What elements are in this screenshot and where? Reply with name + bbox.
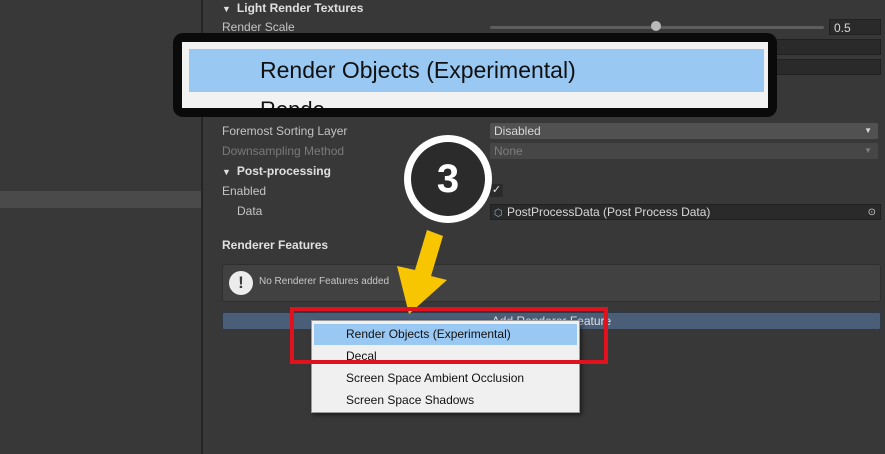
downsampling-method-value: None [494,144,523,158]
hidden-field-2[interactable] [760,59,881,75]
step-number-badge: 3 [404,135,492,223]
add-feature-context-menu: Render Objects (Experimental) Decal Scre… [311,320,580,413]
pointer-arrow-icon [397,230,447,314]
render-scale-value-field[interactable]: 0.5 [829,19,881,35]
hierarchy-selected-row[interactable] [0,191,201,208]
post-processing-label: Post-processing [236,164,331,178]
downsampling-method-dropdown: None ▼ [490,143,878,159]
no-features-text: No Renderer Features added [259,276,390,287]
enabled-checkbox[interactable]: ✓ [490,184,503,197]
zoom-menu-item: Render Objects (Experimental) [189,49,764,92]
light-render-textures-header[interactable]: ▼ Light Render Textures [222,0,363,17]
menu-item-decal[interactable]: Decal [314,346,577,367]
foldout-expanded-icon[interactable]: ▼ [222,0,231,18]
renderer-features-header: Renderer Features [222,238,329,252]
menu-item-ssao[interactable]: Screen Space Ambient Occlusion [314,368,577,389]
checkmark-icon: ✓ [491,184,502,196]
menu-item-render-objects[interactable]: Render Objects (Experimental) [314,324,577,345]
data-label: Data [237,204,263,218]
menu-item-screen-space-shadows[interactable]: Screen Space Shadows [314,390,577,411]
render-scale-slider-knob[interactable] [651,21,661,31]
no-features-helpbox: ! No Renderer Features added [222,264,881,302]
light-render-textures-label: Light Render Textures [236,1,364,15]
post-process-data-field[interactable]: ⬡ PostProcessData (Post Process Data) ⊙ [490,204,881,220]
post-process-data-value: PostProcessData (Post Process Data) [507,205,711,219]
foremost-sorting-layer-label: Foremost Sorting Layer [222,124,348,138]
foldout-expanded-icon[interactable]: ▼ [222,163,231,181]
post-processing-header[interactable]: ▼ Post-processing [222,162,331,180]
zoom-callout-inner: Render Objects (Experimental) Rende [182,42,768,108]
info-icon: ! [229,271,253,295]
foremost-sorting-layer-dropdown[interactable]: Disabled ▼ [490,123,878,139]
zoom-callout: Render Objects (Experimental) Rende [173,33,777,117]
downsampling-method-label: Downsampling Method [222,144,345,158]
enabled-label: Enabled [222,184,267,198]
dropdown-arrow-icon: ▼ [864,126,872,135]
foremost-sorting-layer-value: Disabled [494,124,541,138]
step-number: 3 [411,142,485,216]
scriptable-object-icon: ⬡ [494,208,503,219]
zoom-menu-item-peek: Rende [260,97,325,108]
object-picker-icon[interactable]: ⊙ [868,206,876,220]
dropdown-arrow-icon: ▼ [864,146,872,155]
hierarchy-panel [0,0,201,454]
hidden-field-1[interactable] [760,39,881,55]
